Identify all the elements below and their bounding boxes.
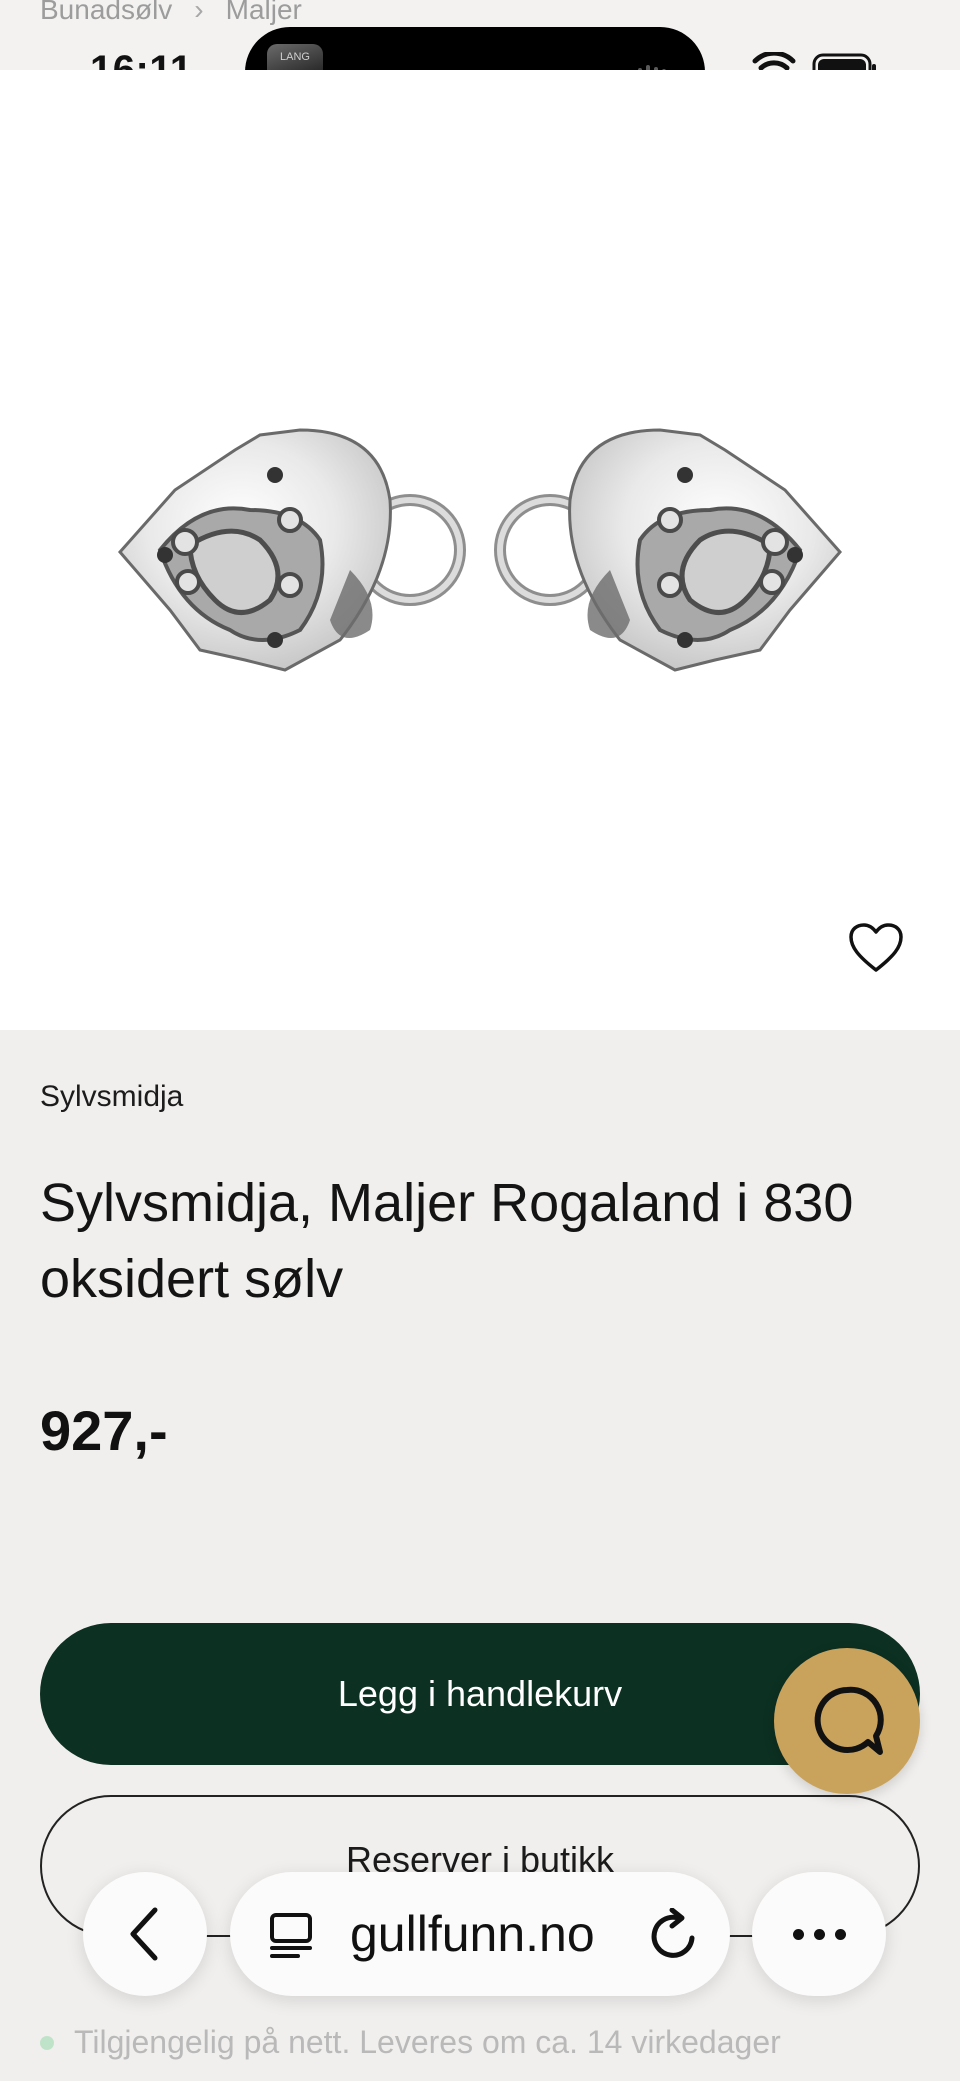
clasp-right (494, 428, 842, 672)
product-photo (118, 428, 842, 672)
chat-icon (814, 1686, 884, 1755)
url-text: gullfunn.no (350, 1906, 595, 1962)
reload-icon[interactable] (648, 1908, 700, 1962)
browser-back-button[interactable] (83, 1872, 207, 1996)
product-image[interactable] (0, 70, 960, 1030)
availability-dot (40, 2035, 54, 2050)
breadcrumb-item-bunadsolv[interactable]: Bunadsølv (40, 0, 172, 26)
add-to-cart-label: Legg i handlekurv (337, 1673, 623, 1714)
product-title: Sylvsmidja, Maljer Rogaland i 830 okside… (40, 1173, 854, 1309)
more-icon (792, 1928, 804, 1940)
breadcrumb-item-maljer[interactable]: Maljer (226, 0, 302, 26)
favorite-heart-icon[interactable] (848, 922, 904, 974)
back-icon (130, 1907, 158, 1961)
product-brand[interactable]: Sylvsmidja (40, 1080, 183, 1114)
page-icon (270, 1913, 312, 1958)
availability-status: Tilgjengelig på nett. Leveres om ca. 14 … (40, 2024, 781, 2061)
more-button[interactable] (752, 1872, 886, 1996)
breadcrumb-separator: › (194, 0, 204, 25)
clasp-left (118, 428, 466, 672)
address-bar[interactable]: gullfunn.no (230, 1872, 730, 1996)
more-icon-dot (834, 1928, 846, 1940)
product-price: 927,- (40, 1399, 168, 1462)
availability-text: Tilgjengelig på nett. Leveres om ca. 14 … (74, 2024, 781, 2060)
chat-button[interactable] (774, 1648, 920, 1794)
breadcrumb: Bunadsølv › Maljer (40, 0, 302, 26)
more-icon-dot (813, 1928, 825, 1940)
